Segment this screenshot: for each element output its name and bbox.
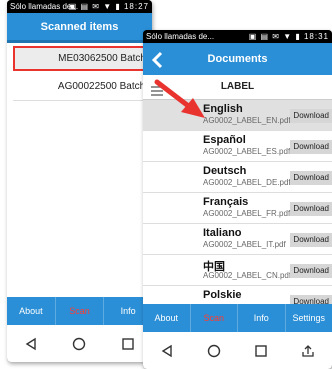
download-button[interactable]: Download — [290, 140, 332, 154]
tab-settings[interactable]: Settings — [286, 304, 332, 332]
back-nav-icon[interactable] — [24, 337, 38, 351]
pointer-arrow-icon — [154, 79, 205, 118]
recents-nav-icon[interactable] — [121, 337, 135, 351]
tab-scan[interactable]: Scan — [56, 297, 105, 325]
share-nav-icon[interactable] — [301, 344, 315, 358]
document-row[interactable]: Italiano AG0002_LABEL_IT.pdf Download — [143, 224, 332, 255]
document-filename: AG0002_LABEL_IT.pdf — [203, 240, 286, 249]
page-title: Scanned items — [40, 21, 119, 33]
recents-nav-icon[interactable] — [254, 344, 268, 358]
list-item[interactable]: AG00022500 Batch: — [13, 77, 150, 101]
download-button[interactable]: Download — [290, 109, 332, 123]
status-bar: Sólo llamadas de... ▣ ▤ ✉ ▼ ▮ 18:31 — [143, 30, 332, 43]
document-language: Français — [203, 196, 249, 208]
carrier-text: Sólo llamadas de... — [146, 32, 215, 41]
download-button[interactable]: Download — [290, 202, 332, 216]
title-bar: Documents — [143, 43, 332, 75]
phone-scanned-items: Sólo llamadas de... ▣ ▤ ✉ ▼ ▮ 18:27 Scan… — [7, 0, 152, 362]
document-row[interactable]: 中国 AG0002_LABEL_CN.pdf Download — [143, 255, 332, 286]
document-filename: AG0002_LABEL_FR.pdf — [203, 209, 291, 218]
tab-scan[interactable]: Scan — [191, 304, 238, 332]
status-icons: ▣ ▤ ✉ ▼ ▮ — [68, 2, 121, 11]
tab-about[interactable]: About — [143, 304, 191, 332]
list-item-label: AG00022500 Batch: — [57, 81, 148, 92]
system-nav-bar — [143, 332, 332, 369]
document-row[interactable]: Deutsch AG0002_LABEL_DE.pdf Download — [143, 162, 332, 193]
tab-about[interactable]: About — [7, 297, 56, 325]
tab-info[interactable]: Info — [238, 304, 286, 332]
back-arrow-icon[interactable] — [149, 50, 167, 69]
clock: 18:27 — [123, 2, 149, 11]
home-nav-icon[interactable] — [72, 337, 86, 351]
title-bar: Scanned items — [7, 13, 152, 43]
clock: 18:31 — [303, 32, 329, 41]
download-button[interactable]: Download — [290, 233, 332, 247]
document-filename: AG0002_LABEL_EN.pdf — [203, 116, 291, 125]
download-button[interactable]: Download — [290, 264, 332, 278]
document-filename: AG0002_LABEL_DE.pdf — [203, 178, 291, 187]
document-language: Italiano — [203, 227, 242, 239]
document-filename: AG0002_LABEL_CN.pdf — [203, 271, 292, 280]
document-list: English AG0002_LABEL_EN.pdf Download Españo… — [143, 100, 332, 304]
content-area: ME03062500 Batch AG00022500 Batch: — [7, 43, 152, 297]
document-row[interactable]: Español AG0002_LABEL_ES.pdf Download — [143, 131, 332, 162]
document-language: Deutsch — [203, 165, 247, 177]
document-filename: AG0002_LABEL_ES.pdf — [203, 147, 291, 156]
back-nav-icon[interactable] — [160, 344, 174, 358]
document-language: Polskie — [203, 289, 242, 301]
document-row[interactable]: Français AG0002_LABEL_FR.pdf Download — [143, 193, 332, 224]
bottom-nav: About Scan Info Settings — [143, 304, 332, 332]
document-language: Español — [203, 134, 246, 146]
status-icons: ▣ ▤ ✉ ▼ ▮ — [248, 32, 301, 41]
download-button[interactable]: Download — [290, 171, 332, 185]
home-nav-icon[interactable] — [207, 344, 221, 358]
list-item-label: ME03062500 Batch — [58, 53, 146, 64]
document-row[interactable]: Polskie Download — [143, 286, 332, 304]
bottom-nav: About Scan Info — [7, 297, 152, 325]
list-item-highlighted[interactable]: ME03062500 Batch — [13, 46, 150, 71]
status-bar: Sólo llamadas de... ▣ ▤ ✉ ▼ ▮ 18:27 — [7, 0, 152, 13]
download-button[interactable]: Download — [290, 295, 332, 304]
system-nav-bar — [7, 325, 152, 362]
page-title: Documents — [207, 53, 268, 65]
